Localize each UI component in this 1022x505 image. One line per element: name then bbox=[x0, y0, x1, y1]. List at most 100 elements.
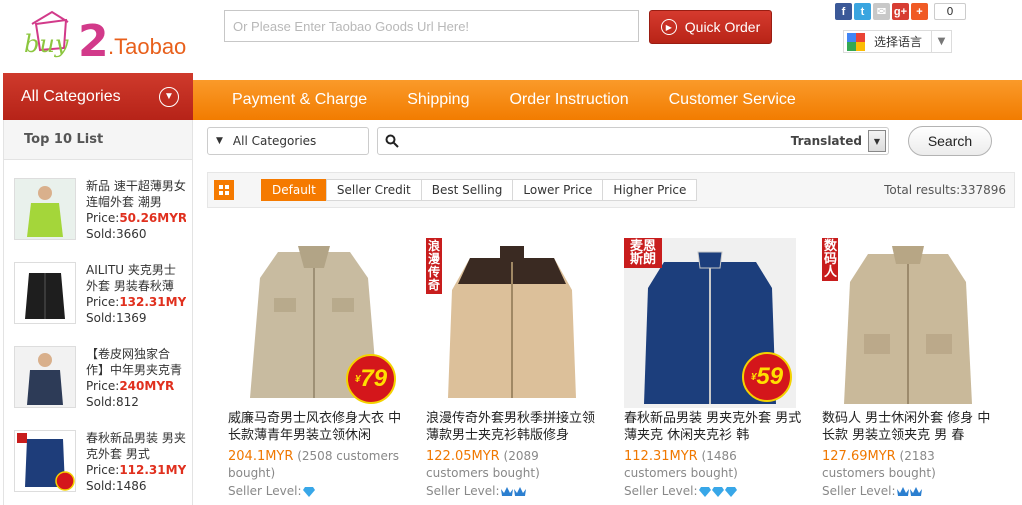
jacket-icon bbox=[15, 431, 75, 491]
seller-level-label: Seller Level: bbox=[624, 484, 698, 498]
product-image[interactable]: 浪漫传奇 bbox=[426, 238, 598, 408]
product-image[interactable]: 数码人 bbox=[822, 238, 994, 408]
sort-best-selling[interactable]: Best Selling bbox=[420, 179, 514, 201]
grid-view-icon[interactable] bbox=[214, 180, 234, 200]
product-price: 112.31MYR bbox=[624, 449, 698, 464]
sidebar-item[interactable]: 新品 速干超薄男女连帽外套 潮男 Price:50.26MYR Sold:366… bbox=[4, 178, 192, 262]
jacket-image bbox=[448, 246, 576, 398]
sidebar-item-sold: Sold:3660 bbox=[86, 227, 147, 241]
svg-text:buy: buy bbox=[24, 30, 69, 58]
sidebar-item-name: 春秋新品男装 男夹克外套 男式 bbox=[86, 431, 186, 461]
chevron-down-circle-icon: ▼ bbox=[159, 86, 179, 107]
language-label: 选择语言 bbox=[874, 35, 923, 49]
seller-level-label: Seller Level: bbox=[822, 484, 896, 498]
product-card[interactable]: 数码人 数码人 男士休闲外套 修身 中长款 男装立领夹克 男 春 127.69M… bbox=[822, 238, 1002, 505]
main-nav: Payment & Charge Shipping Order Instruct… bbox=[193, 80, 1022, 120]
quick-order-button[interactable]: ▶ Quick Order bbox=[649, 10, 772, 44]
google-icon bbox=[847, 32, 865, 51]
crown-icon bbox=[500, 486, 513, 496]
price-label: Price: bbox=[86, 379, 120, 393]
translated-label: Translated bbox=[790, 134, 862, 148]
sidebar-item[interactable]: AILITU 夹克男士外套 男装春秋薄 Price:132.31MYR Sold… bbox=[4, 262, 192, 346]
product-card[interactable]: ¥79 威廉马奇男士风衣修身大衣 中长款薄青年男装立领休闲 204.1MYR (… bbox=[228, 238, 408, 505]
svg-text:2: 2 bbox=[78, 16, 109, 64]
search-icon bbox=[385, 134, 399, 148]
product-thumbnail[interactable] bbox=[14, 430, 76, 492]
search-button[interactable]: Search bbox=[908, 126, 992, 156]
dropdown-arrow-icon: ▼ bbox=[931, 31, 951, 52]
person-jacket-icon bbox=[15, 347, 75, 407]
product-title[interactable]: 威廉马奇男士风衣修身大衣 中长款薄青年男装立领休闲 bbox=[228, 410, 406, 446]
nav-order-instruction[interactable]: Order Instruction bbox=[509, 91, 628, 109]
add-share-icon[interactable]: + bbox=[911, 3, 928, 20]
all-categories-label: All Categories bbox=[21, 87, 121, 105]
email-icon[interactable]: ✉ bbox=[873, 3, 890, 20]
product-thumbnail[interactable] bbox=[14, 178, 76, 240]
sort-lower-price[interactable]: Lower Price bbox=[512, 179, 604, 201]
product-search-input[interactable] bbox=[405, 129, 791, 153]
twitter-icon[interactable]: t bbox=[854, 3, 871, 20]
top-list-sidebar: Top 10 List 新品 速干超薄男女连帽外套 潮男 Price:50.26… bbox=[3, 120, 193, 505]
sidebar-item[interactable]: 【卷皮网独家合作】中年男夹克青仑 Price:240MYR Sold:812 bbox=[4, 346, 192, 430]
facebook-icon[interactable]: f bbox=[835, 3, 852, 20]
category-select[interactable]: ▼ All Categories bbox=[207, 127, 369, 155]
diamond-icon bbox=[698, 486, 711, 497]
price-label: Price: bbox=[86, 211, 120, 225]
sidebar-item-price: 240MYR bbox=[119, 379, 175, 393]
sort-higher-price[interactable]: Higher Price bbox=[602, 179, 698, 201]
nav-customer-service[interactable]: Customer Service bbox=[669, 91, 796, 109]
all-categories-menu[interactable]: All Categories ▼ bbox=[3, 73, 193, 120]
sort-bar: Default Seller Credit Best Selling Lower… bbox=[207, 172, 1015, 208]
sort-seller-credit[interactable]: Seller Credit bbox=[325, 179, 422, 201]
sidebar-item-sold: Sold:1486 bbox=[86, 479, 147, 493]
discount-badge: ¥79 bbox=[346, 354, 396, 404]
sidebar-item-name: 【卷皮网独家合作】中年男夹克青仑 bbox=[86, 347, 183, 377]
product-thumbnail[interactable] bbox=[14, 262, 76, 324]
quick-order-label: Quick Order bbox=[684, 19, 761, 35]
sidebar-item-sold: Sold:812 bbox=[86, 395, 139, 409]
svg-text:.Taobao: .Taobao bbox=[108, 34, 186, 59]
diamond-icon bbox=[724, 486, 737, 497]
seller-level-label: Seller Level: bbox=[426, 484, 500, 498]
product-card[interactable]: 浪漫传奇 浪漫传奇外套男秋季拼接立领薄款男士夹克衫韩版修身 122.05MYR … bbox=[426, 238, 606, 505]
sidebar-item-sold: Sold:1369 bbox=[86, 311, 147, 325]
chevron-down-icon: ▼ bbox=[216, 136, 223, 146]
jacket-icon bbox=[15, 263, 75, 323]
product-image[interactable]: 麦恩斯朗 ¥59 bbox=[624, 238, 796, 408]
sidebar-item-price: 132.31MYR bbox=[119, 295, 186, 309]
brand-tag: 数码人 bbox=[822, 238, 838, 281]
seller-level-label: Seller Level: bbox=[228, 484, 302, 498]
brand-tag: 麦恩斯朗 bbox=[624, 238, 662, 268]
nav-payment-charge[interactable]: Payment & Charge bbox=[232, 91, 367, 109]
product-thumbnail[interactable] bbox=[14, 346, 76, 408]
diamond-icon bbox=[302, 486, 315, 497]
sort-default[interactable]: Default bbox=[261, 179, 327, 201]
product-price: 122.05MYR bbox=[426, 449, 500, 464]
logo-graphic: buy 2 .Taobao bbox=[24, 10, 186, 64]
logo[interactable]: buy 2 .Taobao bbox=[22, 4, 214, 64]
product-card[interactable]: 麦恩斯朗 ¥59 春秋新品男装 男夹克外套 男式薄夹克 休闲夹克衫 韩 112.… bbox=[624, 238, 804, 505]
google-plus-icon[interactable]: g+ bbox=[892, 3, 909, 20]
product-title[interactable]: 春秋新品男装 男夹克外套 男式薄夹克 休闲夹克衫 韩 bbox=[624, 410, 802, 446]
nav-shipping[interactable]: Shipping bbox=[407, 91, 469, 109]
sidebar-item-name: AILITU 夹克男士外套 男装春秋薄 bbox=[86, 263, 176, 293]
taobao-url-input[interactable] bbox=[224, 10, 639, 42]
price-label: Price: bbox=[86, 295, 120, 309]
discount-badge: ¥59 bbox=[742, 352, 792, 402]
share-count: 0 bbox=[934, 3, 966, 20]
product-search-box: Translated ▼ bbox=[377, 127, 889, 155]
sidebar-item[interactable]: 春秋新品男装 男夹克外套 男式 Price:112.31MYR Sold:148… bbox=[4, 430, 192, 505]
crown-icon bbox=[513, 486, 526, 496]
sidebar-item-price: 112.31MYR bbox=[119, 463, 186, 477]
product-title[interactable]: 浪漫传奇外套男秋季拼接立领薄款男士夹克衫韩版修身 bbox=[426, 410, 604, 446]
product-title[interactable]: 数码人 男士休闲外套 修身 中长款 男装立领夹克 男 春 bbox=[822, 410, 1000, 446]
total-results: Total results:337896 bbox=[884, 183, 1006, 197]
translation-dropdown[interactable]: ▼ bbox=[868, 130, 886, 152]
category-select-label: All Categories bbox=[232, 134, 317, 148]
sidebar-title: Top 10 List bbox=[4, 120, 192, 160]
language-selector[interactable]: 选择语言 ▼ bbox=[843, 30, 952, 53]
jacket-image bbox=[844, 246, 972, 404]
crown-icon bbox=[909, 486, 922, 496]
product-image[interactable]: ¥79 bbox=[228, 238, 400, 408]
play-circle-icon: ▶ bbox=[660, 19, 677, 35]
